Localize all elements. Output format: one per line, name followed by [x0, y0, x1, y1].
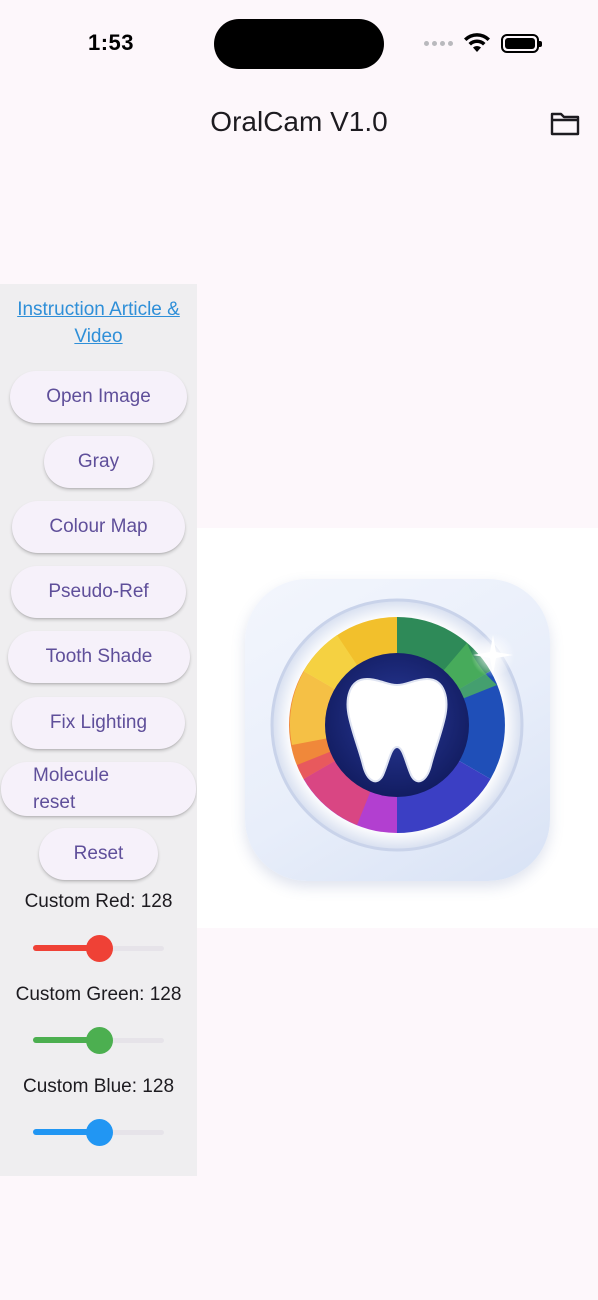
fix-lighting-button[interactable]: Fix Lighting: [12, 697, 185, 749]
tooth-camera-logo-icon: [245, 579, 550, 881]
battery-icon: [501, 33, 542, 53]
open-image-button[interactable]: Open Image: [10, 371, 187, 423]
custom-blue-slider[interactable]: [33, 1117, 164, 1147]
custom-blue-label: Custom Blue: 128: [22, 1076, 175, 1097]
wifi-icon: [464, 33, 490, 52]
slider-thumb[interactable]: [85, 935, 113, 962]
custom-green-slider[interactable]: [33, 1025, 164, 1055]
custom-red-slider[interactable]: [33, 933, 164, 963]
pseudo-ref-button[interactable]: Pseudo-Ref: [11, 566, 186, 618]
gray-button[interactable]: Gray: [44, 436, 153, 488]
controls-panel: Instruction Article & Video Open Image G…: [0, 284, 197, 1176]
status-icons: [424, 32, 542, 54]
tooth-shade-button[interactable]: Tooth Shade: [8, 631, 190, 683]
image-preview: [197, 528, 598, 928]
slider-thumb[interactable]: [85, 1119, 113, 1146]
app-screen: 1:53 OralCam V1.0 Instruction Article & …: [0, 0, 598, 1300]
molecule-reset-button[interactable]: Molecule reset: [1, 762, 196, 816]
app-title: OralCam V1.0: [210, 106, 388, 137]
folder-icon: [550, 112, 580, 136]
status-time: 1:53: [88, 30, 135, 55]
slider-thumb[interactable]: [85, 1027, 113, 1054]
custom-green-label: Custom Green: 128: [15, 984, 182, 1005]
instruction-link[interactable]: Instruction Article & Video: [0, 296, 197, 350]
cellular-signal-icon: [424, 40, 453, 46]
colour-map-button[interactable]: Colour Map: [12, 501, 185, 553]
dynamic-island: [214, 19, 384, 69]
custom-red-label: Custom Red: 128: [24, 891, 173, 912]
reset-button[interactable]: Reset: [39, 828, 158, 880]
folder-button[interactable]: [549, 108, 581, 138]
